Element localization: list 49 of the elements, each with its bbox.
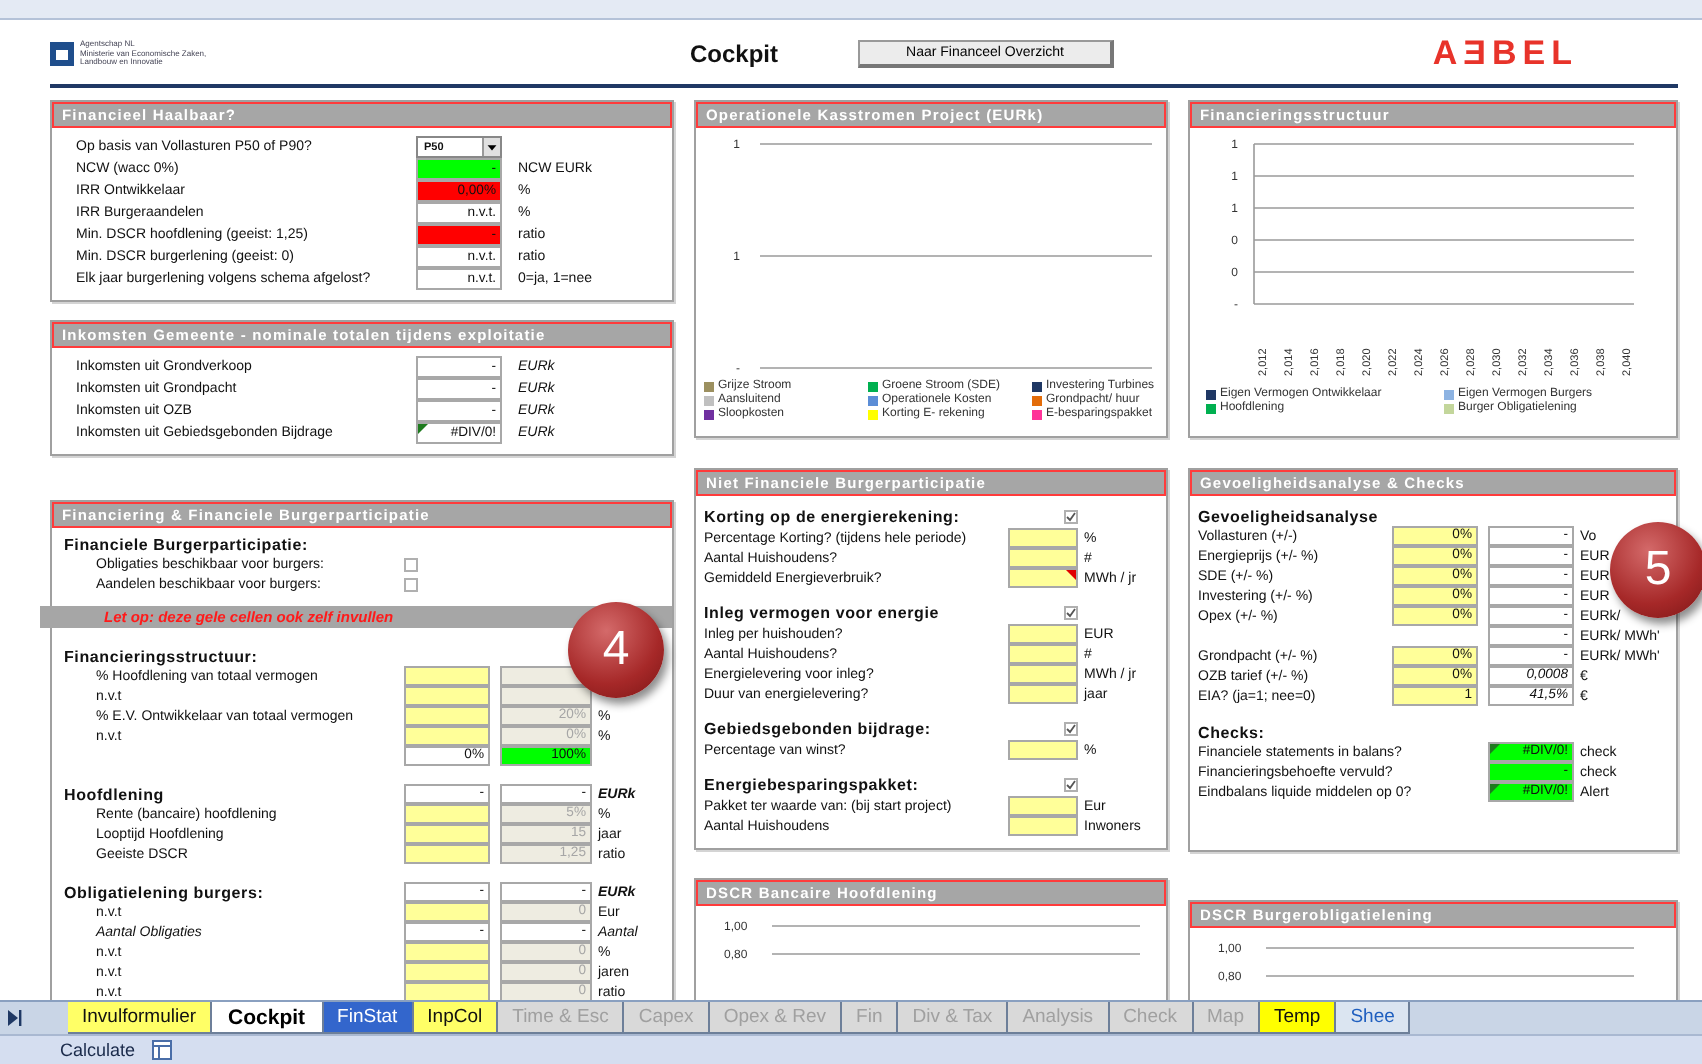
input-cell[interactable] <box>1008 664 1078 684</box>
checkbox[interactable] <box>1064 721 1078 735</box>
sheet-tab[interactable]: Temp <box>1259 1002 1337 1034</box>
checkbox[interactable] <box>1064 777 1078 791</box>
section-heading: Checks: <box>1198 723 1267 741</box>
section-heading: Inleg vermogen voor energie <box>704 603 941 621</box>
sheet-tab[interactable]: FinStat <box>323 1002 414 1034</box>
sheet-tab[interactable]: Cockpit <box>212 1002 324 1034</box>
input-cell[interactable] <box>1008 548 1078 568</box>
input-cell[interactable] <box>1008 644 1078 664</box>
sheet-tab[interactable]: Invulformulier <box>68 1002 213 1034</box>
input-cell[interactable] <box>500 686 592 706</box>
section-heading: Hoofdlening <box>64 785 166 803</box>
crest-icon <box>50 42 74 66</box>
checkbox[interactable] <box>1064 605 1078 619</box>
input-cell[interactable] <box>404 666 490 686</box>
input-cell[interactable] <box>1008 528 1078 548</box>
checkbox[interactable] <box>1064 509 1078 523</box>
section-heading: Financieringsstructuur: <box>64 647 260 665</box>
input-cell[interactable] <box>1008 568 1078 588</box>
input-cell[interactable] <box>404 706 490 726</box>
input-cell[interactable] <box>1008 740 1078 760</box>
section-heading: Energiebesparingspakket: <box>704 775 921 793</box>
input-cell[interactable] <box>1008 796 1078 816</box>
section-heading: Obligatielening burgers: <box>64 883 266 901</box>
input-cell[interactable] <box>1008 624 1078 644</box>
sheet-tab[interactable]: Shee <box>1336 1002 1411 1034</box>
sheet-tab[interactable]: InpCol <box>413 1002 499 1034</box>
input-cell[interactable] <box>404 902 490 922</box>
section-heading: Gevoeligheidsanalyse <box>1198 507 1381 525</box>
section-heading: Financiele Burgerparticipatie: <box>64 535 310 553</box>
input-cell[interactable] <box>404 804 490 824</box>
input-cell[interactable] <box>404 726 490 746</box>
input-cell[interactable] <box>404 942 490 962</box>
sheet-title: Cockpit <box>690 40 779 68</box>
input-cell[interactable] <box>404 962 490 982</box>
input-cell[interactable] <box>1008 816 1078 836</box>
input-cell[interactable] <box>404 844 490 864</box>
input-cell[interactable] <box>1008 684 1078 704</box>
checkbox[interactable] <box>404 557 418 571</box>
input-cell[interactable] <box>404 824 490 844</box>
sheet-view-icon[interactable] <box>151 1040 172 1060</box>
brand-logo: AƎBEL <box>1432 34 1578 74</box>
input-cell[interactable] <box>404 686 490 706</box>
status-text: Calculate <box>60 1040 136 1060</box>
checkbox[interactable] <box>404 577 418 591</box>
input-cell[interactable] <box>404 982 490 1000</box>
section-heading: Gebiedsgebonden bijdrage: <box>704 719 933 737</box>
section-heading: Korting op de energierekening: <box>704 507 962 525</box>
